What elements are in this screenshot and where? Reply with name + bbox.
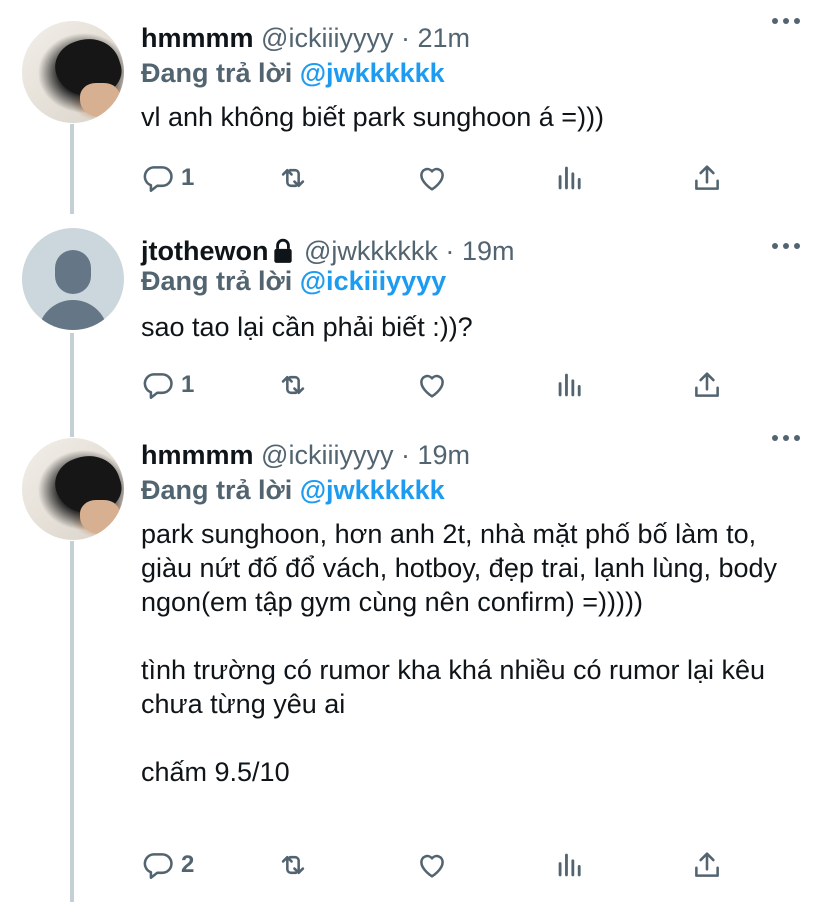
- avatar-hmmmm[interactable]: [22, 438, 124, 540]
- reply-count: 1: [181, 164, 195, 191]
- share-button[interactable]: [690, 845, 724, 885]
- more-icon[interactable]: [772, 243, 800, 251]
- reply-icon: [143, 166, 173, 193]
- retweet-button[interactable]: [276, 158, 310, 198]
- replying-mention[interactable]: @ickiiiyyyy: [300, 266, 446, 296]
- avatar-hmmmm[interactable]: [22, 21, 124, 123]
- separator-dot: ·: [445, 236, 455, 266]
- analytics-button[interactable]: [553, 158, 587, 198]
- reply-icon: [143, 373, 173, 400]
- tweet-text: park sunghoon, hơn anh 2t, nhà mặt phố b…: [141, 517, 801, 789]
- like-button[interactable]: [415, 365, 449, 405]
- tweet-text: sao tao lại cần phải biết :))?: [141, 310, 801, 344]
- action-bar: 1: [0, 158, 828, 198]
- tweet-3[interactable]: hmmmm @ickiiiyyyy · 19m Đang trả lời @jw…: [0, 417, 828, 902]
- reply-button[interactable]: 2: [141, 845, 194, 885]
- analytics-icon: [558, 853, 581, 877]
- display-name[interactable]: hmmmm: [141, 23, 254, 53]
- share-button[interactable]: [690, 158, 724, 198]
- share-button[interactable]: [690, 365, 724, 405]
- reply-icon: [143, 853, 173, 880]
- timestamp[interactable]: 19m: [417, 440, 470, 470]
- action-bar: 2: [0, 845, 828, 885]
- display-name[interactable]: hmmmm: [141, 440, 254, 470]
- handle[interactable]: @ickiiiyyyy: [261, 23, 393, 53]
- more-icon[interactable]: [772, 18, 800, 26]
- tweet-paragraph: park sunghoon, hơn anh 2t, nhà mặt phố b…: [141, 519, 785, 617]
- analytics-icon: [558, 373, 581, 397]
- reply-button[interactable]: 1: [141, 158, 194, 198]
- replying-to: Đang trả lời @jwkkkkkk: [141, 55, 445, 91]
- retweet-icon: [281, 375, 305, 395]
- heart-icon: [420, 854, 444, 878]
- separator-dot: ·: [400, 23, 410, 53]
- like-button[interactable]: [415, 158, 449, 198]
- tweet-header: hmmmm @ickiiiyyyy · 21m: [141, 20, 470, 56]
- analytics-button[interactable]: [553, 365, 587, 405]
- heart-icon: [420, 167, 444, 191]
- retweet-icon: [281, 855, 305, 875]
- avatar-jtothewon[interactable]: [22, 228, 124, 330]
- replying-mention[interactable]: @jwkkkkkk: [300, 58, 445, 88]
- reply-count: 2: [181, 851, 195, 878]
- tweet-paragraph: vl anh không biết park sunghoon á =))): [141, 102, 605, 132]
- separator-dot: ·: [400, 440, 410, 470]
- like-button[interactable]: [415, 845, 449, 885]
- tweet-paragraph: chấm 9.5/10: [141, 757, 290, 787]
- share-icon: [695, 372, 719, 397]
- retweet-button[interactable]: [276, 845, 310, 885]
- tweet-text: vl anh không biết park sunghoon á =))): [141, 100, 801, 134]
- share-icon: [695, 852, 719, 877]
- heart-icon: [420, 374, 444, 398]
- tweet-header: hmmmm @ickiiiyyyy · 19m: [141, 437, 470, 473]
- tweet-paragraph: sao tao lại cần phải biết :))?: [141, 312, 473, 342]
- share-icon: [695, 165, 719, 190]
- handle[interactable]: @ickiiiyyyy: [261, 440, 393, 470]
- handle[interactable]: @jwkkkkkk: [304, 236, 438, 266]
- replying-prefix: Đang trả lời: [141, 475, 293, 505]
- lock-icon: [274, 238, 293, 263]
- more-icon[interactable]: [772, 435, 800, 443]
- retweet-icon: [281, 168, 305, 188]
- replying-prefix: Đang trả lời: [141, 58, 293, 88]
- retweet-button[interactable]: [276, 365, 310, 405]
- timestamp[interactable]: 21m: [417, 23, 470, 53]
- tweet-1[interactable]: hmmmm @ickiiiyyyy · 21m Đang trả lời @jw…: [0, 0, 828, 214]
- default-avatar-shoulders: [38, 300, 108, 330]
- replying-to: Đang trả lời @ickiiiyyyy: [141, 263, 446, 299]
- analytics-button[interactable]: [553, 845, 587, 885]
- replying-prefix: Đang trả lời: [141, 266, 293, 296]
- timestamp[interactable]: 19m: [462, 236, 515, 266]
- action-bar: 1: [0, 365, 828, 405]
- reply-count: 1: [181, 371, 195, 398]
- display-name[interactable]: jtothewon: [141, 236, 268, 266]
- tweet-2[interactable]: jtothewon @jwkkkkkk · 19m Đang trả lời @…: [0, 205, 828, 437]
- replying-mention[interactable]: @jwkkkkkk: [300, 475, 445, 505]
- replying-to: Đang trả lời @jwkkkkkk: [141, 472, 445, 508]
- reply-button[interactable]: 1: [141, 365, 194, 405]
- analytics-icon: [558, 166, 581, 190]
- tweet-paragraph: tình trường có rumor kha khá nhiều có ru…: [141, 655, 773, 719]
- default-avatar-head: [55, 250, 91, 294]
